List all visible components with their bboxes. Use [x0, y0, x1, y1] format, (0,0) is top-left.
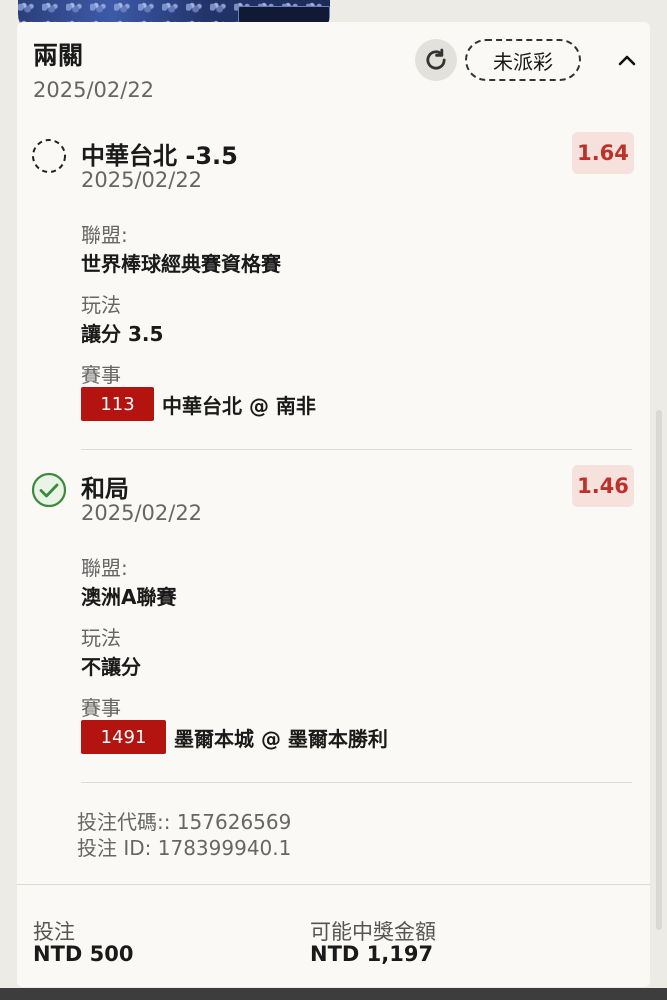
- market-value: 不讓分: [81, 655, 141, 679]
- event-label: 賽事: [81, 363, 121, 387]
- market-label: 玩法: [81, 626, 121, 650]
- odds-badge: 1.46: [572, 465, 634, 507]
- event-code-badge: 113: [81, 387, 154, 421]
- check-circle-icon: [31, 472, 67, 508]
- market-label: 玩法: [81, 293, 121, 317]
- league-value: 澳洲A聯賽: [81, 585, 177, 609]
- event-row: 1491 墨爾本城 @ 墨爾本勝利: [81, 720, 388, 754]
- league-value: 世界棒球經典賽資格賽: [81, 252, 281, 276]
- refresh-button[interactable]: [415, 39, 457, 81]
- bet-ticket-card: 兩關 2025/02/22 未派彩 中華台北 -3.5 2025/02/22 1…: [17, 22, 650, 987]
- event-name: 墨爾本城 @ 墨爾本勝利: [174, 726, 388, 751]
- status-badge: 未派彩: [465, 39, 581, 81]
- event-label: 賽事: [81, 696, 121, 720]
- odds-badge: 1.64: [572, 132, 634, 174]
- ticket-date: 2025/02/22: [33, 78, 155, 102]
- event-code-badge: 1491: [81, 720, 166, 754]
- leg-date: 2025/02/22: [81, 168, 203, 192]
- league-label: 聯盟:: [81, 556, 128, 580]
- bottom-bar: [0, 988, 667, 1000]
- ticket-title: 兩關: [33, 41, 84, 70]
- pending-status-icon: [31, 138, 67, 174]
- leg-divider: [81, 782, 632, 783]
- market-value: 讓分 3.5: [81, 322, 164, 346]
- bet-code: 投注代碼:: 157626569: [77, 810, 292, 834]
- leg-divider: [81, 449, 632, 450]
- ticket-header: 兩關 2025/02/22 未派彩: [33, 34, 636, 104]
- event-row: 113 中華台北 @ 南非: [81, 387, 316, 421]
- leg-selection: 和局: [81, 475, 129, 503]
- collapse-button[interactable]: [613, 46, 641, 74]
- payout-value: NTD 1,197: [310, 942, 434, 966]
- bet-id: 投注 ID: 178399940.1: [77, 836, 292, 860]
- refresh-icon: [426, 48, 446, 70]
- league-label: 聯盟:: [81, 223, 128, 247]
- footer-divider: [17, 884, 650, 885]
- stake-value: NTD 500: [33, 942, 134, 966]
- leg-date: 2025/02/22: [81, 501, 203, 525]
- event-name: 中華台北 @ 南非: [162, 393, 316, 418]
- scrollbar[interactable]: [656, 410, 662, 930]
- chevron-up-icon: [618, 55, 636, 66]
- leg-selection: 中華台北 -3.5: [81, 142, 238, 170]
